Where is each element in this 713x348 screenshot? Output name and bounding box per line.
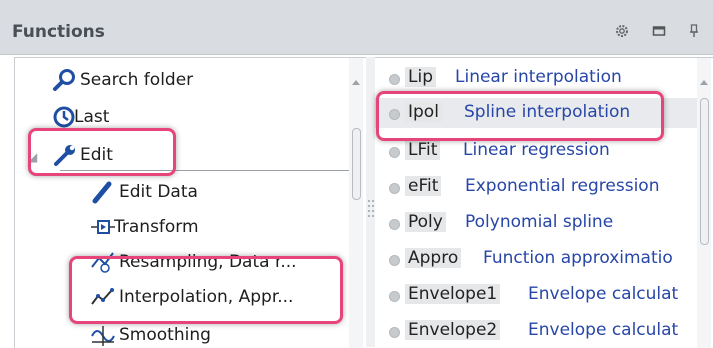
bullet-icon bbox=[389, 183, 400, 194]
function-desc: Linear interpolation bbox=[455, 67, 622, 87]
function-desc: Envelope calculat bbox=[528, 320, 679, 340]
function-abbr: Appro bbox=[405, 248, 462, 268]
function-abbr: Envelope2 bbox=[405, 320, 501, 340]
pane-splitter[interactable] bbox=[366, 57, 375, 347]
function-abbr: eFit bbox=[405, 176, 442, 196]
function-row-appro[interactable]: Appro Function approximatio bbox=[375, 244, 705, 274]
highlight-edit bbox=[28, 128, 176, 176]
function-desc: Function approximatio bbox=[483, 248, 673, 268]
scroll-up-arrow-icon[interactable] bbox=[352, 80, 360, 85]
bullet-icon bbox=[389, 74, 400, 85]
tree-scrollbar[interactable] bbox=[349, 58, 363, 348]
function-row-poly[interactable]: Poly Polynomial spline bbox=[375, 208, 705, 238]
function-abbr: Poly bbox=[405, 212, 446, 232]
tree-item-label: Smoothing bbox=[119, 325, 211, 345]
gear-icon[interactable] bbox=[614, 23, 630, 39]
scrollbar-thumb[interactable] bbox=[352, 128, 361, 200]
maximize-icon[interactable] bbox=[651, 23, 667, 39]
highlight-ipol bbox=[376, 91, 664, 141]
highlight-interpolation bbox=[69, 256, 343, 324]
search-icon bbox=[52, 67, 78, 93]
scroll-up-arrow-icon[interactable] bbox=[700, 80, 708, 85]
tree-item-label: Transform bbox=[114, 217, 199, 237]
functions-panel: Functions Search folder Last ◢ Edit Edit… bbox=[0, 0, 713, 348]
panel-title: Functions bbox=[12, 22, 105, 42]
function-desc: Envelope calculat bbox=[528, 284, 679, 304]
pin-icon[interactable] bbox=[686, 23, 702, 39]
function-abbr: Lip bbox=[405, 67, 436, 87]
function-row-envelope1[interactable]: Envelope1 Envelope calculat bbox=[375, 280, 705, 310]
bullet-icon bbox=[389, 255, 400, 266]
smoothing-icon bbox=[90, 322, 116, 348]
bullet-icon bbox=[389, 291, 400, 302]
tree-item-label: Search folder bbox=[80, 70, 194, 90]
panel-header: Functions bbox=[0, 0, 713, 55]
tree-item-label: Edit Data bbox=[119, 182, 198, 202]
function-list-scrollbar[interactable] bbox=[697, 58, 711, 348]
function-desc: Linear regression bbox=[463, 140, 610, 160]
transform-icon bbox=[90, 214, 116, 240]
function-row-lip[interactable]: Lip Linear interpolation bbox=[375, 63, 705, 93]
function-abbr: LFit bbox=[405, 140, 441, 160]
pencil-icon bbox=[90, 179, 116, 205]
bullet-icon bbox=[389, 219, 400, 230]
function-desc: Polynomial spline bbox=[465, 212, 614, 232]
tree-item-label: Last bbox=[74, 107, 110, 127]
function-row-efit[interactable]: eFit Exponential regression bbox=[375, 172, 705, 202]
bullet-icon bbox=[389, 327, 400, 338]
scrollbar-thumb[interactable] bbox=[700, 98, 709, 245]
function-row-envelope2[interactable]: Envelope2 Envelope calculat bbox=[375, 316, 705, 346]
function-desc: Exponential regression bbox=[465, 176, 660, 196]
function-abbr: Envelope1 bbox=[405, 284, 501, 304]
bullet-icon bbox=[389, 147, 400, 158]
